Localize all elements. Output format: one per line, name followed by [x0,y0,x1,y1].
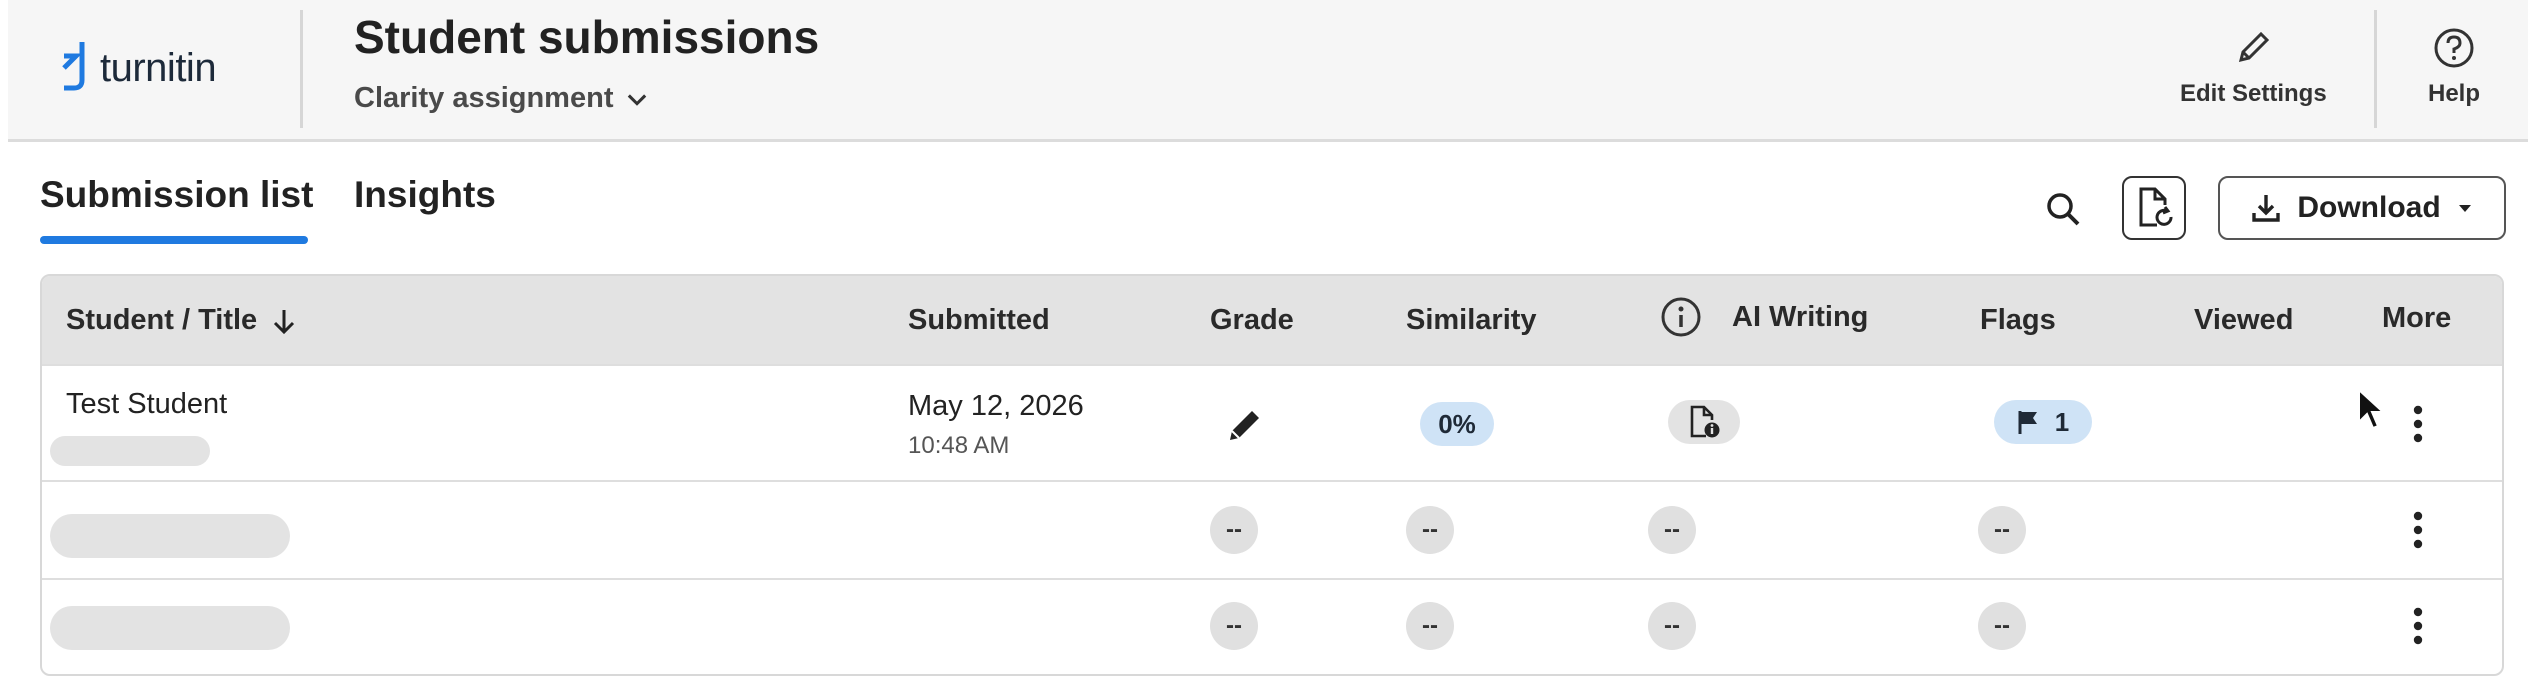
file-refresh-icon [2139,187,2173,227]
header-divider [300,10,303,128]
ai-writing-value: -- [1648,602,1696,650]
more-vertical-icon [2413,607,2423,645]
pencil-icon [2239,31,2270,63]
column-ai-writing-label: AI Writing [1732,300,1869,333]
sort-arrow-down-icon [274,309,295,334]
logo-text: turnitin [100,45,217,90]
download-button[interactable]: Download [2218,176,2506,240]
column-student-title[interactable]: Student / Title [66,304,299,337]
help-label: Help [2428,80,2481,107]
student-name[interactable]: Test Student [66,388,227,421]
active-tab-indicator [40,236,308,244]
table-header: Student / Title Submitted Grade Similari… [42,276,2502,364]
edit-grade-pencil-icon[interactable] [1218,400,1270,452]
table-row[interactable]: Test Student May 12, 2026 10:48 AM 0% 1 [42,364,2502,480]
more-options-button[interactable] [2402,504,2434,556]
ai-writing-value: -- [1648,506,1696,554]
similarity-value: -- [1406,506,1454,554]
edit-settings-button[interactable]: Edit Settings [2180,26,2327,108]
assignment-selector[interactable]: Clarity assignment [354,82,651,115]
similarity-value: -- [1406,602,1454,650]
download-label: Download [2297,191,2441,224]
info-icon[interactable] [1660,296,1702,338]
app-header: turnitin Student submissions Clarity ass… [8,0,2528,142]
more-vertical-icon [2413,405,2423,443]
page-title: Student submissions [354,11,820,63]
column-more: More [2382,302,2452,334]
chevron-down-icon [628,93,647,106]
caret-down-icon [2458,205,2471,212]
turnitin-logo[interactable]: turnitin [56,36,217,100]
flags-badge[interactable]: 1 [1994,400,2092,444]
similarity-badge[interactable]: 0% [1420,402,1494,446]
search-icon[interactable] [2040,186,2088,234]
flag-icon [2018,411,2037,434]
grade-value: -- [1210,506,1258,554]
column-student-title-label: Student / Title [66,304,258,336]
more-vertical-icon [2413,511,2423,549]
download-icon [2252,195,2281,222]
title-placeholder [50,436,210,466]
more-options-button[interactable] [2402,398,2434,450]
assignment-label: Clarity assignment [354,82,614,114]
flags-value: -- [1978,602,2026,650]
column-grade[interactable]: Grade [1210,304,1294,337]
table-row[interactable]: -- -- -- -- [42,578,2502,674]
column-submitted[interactable]: Submitted [908,304,1050,337]
student-placeholder [50,514,290,558]
grade-value: -- [1210,602,1258,650]
student-placeholder [50,606,290,650]
submitted-time: 10:48 AM [908,432,1010,459]
flags-value: -- [1978,506,2026,554]
ai-writing-badge[interactable] [1668,400,1740,444]
flags-count: 1 [2054,406,2070,437]
help-button[interactable]: Help [2428,26,2480,108]
edit-settings-label: Edit Settings [2180,80,2327,107]
column-ai-writing[interactable]: AI Writing [1660,296,1868,338]
column-flags[interactable]: Flags [1980,304,2056,337]
help-icon [2434,28,2474,68]
file-info-icon [1690,405,1720,438]
tab-submission-list[interactable]: Submission list [40,174,313,216]
column-viewed[interactable]: Viewed [2194,304,2293,337]
header-divider [2374,10,2377,128]
turnitin-logo-icon [62,42,85,91]
submissions-table: Student / Title Submitted Grade Similari… [40,274,2504,676]
submitted-date: May 12, 2026 [908,390,1084,422]
resubmit-button[interactable] [2122,176,2186,240]
mouse-pointer-icon [2358,388,2386,430]
more-options-button[interactable] [2402,600,2434,652]
column-similarity[interactable]: Similarity [1406,304,1537,337]
table-row[interactable]: -- -- -- -- [42,480,2502,578]
tab-insights[interactable]: Insights [354,174,496,216]
